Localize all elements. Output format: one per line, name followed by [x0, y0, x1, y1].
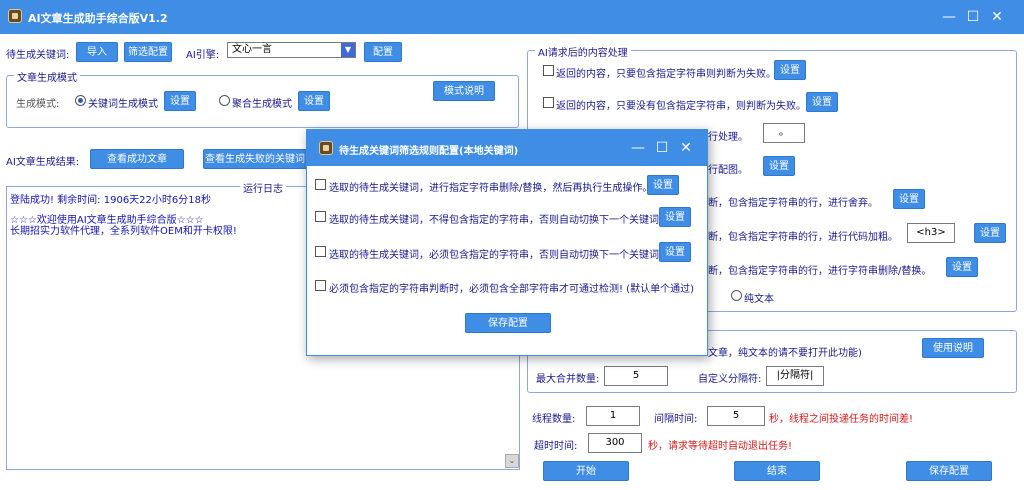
rule-setting-button[interactable]: 设置 — [774, 60, 806, 80]
view-success-button[interactable]: 查看成功文章 — [90, 149, 184, 169]
radio-aggregate-mode[interactable] — [219, 95, 230, 106]
rule-setting-button[interactable]: 设置 — [806, 92, 838, 112]
keyword-mode-label: 关键词生成模式 — [88, 99, 158, 110]
rule-setting-button[interactable]: 设置 — [763, 156, 795, 176]
rule-text: 断，包含指定字符串的行，进行代码加粗。 — [708, 232, 898, 243]
rule-text: 断，包含指定字符串的行，进行舍弃。 — [708, 198, 878, 209]
dialog-rule-setting-button[interactable]: 设置 — [659, 242, 691, 262]
checkbox-rule-include[interactable] — [315, 246, 326, 257]
rule-text: 行处理。 — [708, 132, 748, 143]
separator-char-input[interactable]: 。 — [763, 123, 805, 143]
chevron-down-icon[interactable]: ▼ — [341, 43, 355, 57]
thread-count-input[interactable]: 1 — [586, 406, 640, 426]
rule-text: 断，包含指定字符串的行，进行字符串删除/替换。 — [708, 266, 932, 277]
aggregate-mode-label: 聚合生成模式 — [232, 99, 292, 110]
timeout-note: 秒，请求等待超时自动退出任务! — [648, 441, 793, 452]
dialog-rule-text: 选取的待生成关键词，进行指定字符串删除/替换，然后再执行生成操作。 — [329, 183, 653, 194]
rule-text: 返回的内容，只要包含指定字符串则判断为失败。 — [556, 69, 776, 80]
checkbox-rule-match-all[interactable] — [315, 280, 326, 291]
interval-input[interactable]: 5 — [707, 406, 765, 426]
radio-plain-text[interactable] — [731, 290, 742, 301]
dialog-rule-text: 必须包含指定的字符串判断时，必须包含全部字符串才可通过检测! (默认单个通过) — [329, 284, 694, 295]
filter-rules-dialog: 待生成关键词筛选规则配置(本地关键词) — ☐ ✕ 选取的待生成关键词，进行指定… — [306, 129, 708, 356]
timeout-label: 超时时间: — [534, 441, 578, 452]
window-title: AI文章生成助手综合版V1.2 — [28, 12, 168, 25]
separator-label: 自定义分隔符: — [698, 374, 762, 385]
mode-group-title: 文章生成模式 — [14, 69, 80, 84]
rule-text: 返回的内容，只要没有包含指定字符串，则判断为失败。 — [556, 101, 806, 112]
keyword-label: 待生成关键词: — [6, 50, 70, 61]
merge-note: 文章，纯文本的请不要打开此功能) — [708, 348, 862, 359]
separator-input[interactable]: |分隔符| — [766, 366, 824, 386]
engine-config-button[interactable]: 配置 — [364, 42, 402, 62]
engine-select[interactable]: 文心一言 ▼ — [227, 42, 356, 58]
dialog-rule-setting-button[interactable]: 设置 — [647, 175, 679, 195]
dialog-rule-text: 选取的待生成关键词，必须包含指定的字符串，否则自动切换下一个关键词。 — [329, 250, 669, 261]
bold-tag-input[interactable]: <h3> — [907, 223, 955, 243]
max-merge-input[interactable]: 5 — [604, 366, 668, 386]
dialog-title-bar: 待生成关键词筛选规则配置(本地关键词) — ☐ ✕ — [307, 130, 707, 166]
view-fail-button[interactable]: 查看生成失败的关键词 — [203, 149, 307, 169]
dialog-minimize-button[interactable]: — — [629, 139, 647, 157]
rule-setting-button[interactable]: 设置 — [893, 189, 925, 209]
radio-keyword-mode[interactable] — [75, 95, 86, 106]
rule-setting-button[interactable]: 设置 — [974, 223, 1006, 243]
merge-help-button[interactable]: 使用说明 — [922, 338, 984, 358]
keyword-mode-setting-button[interactable]: 设置 — [164, 91, 196, 111]
mode-label: 生成模式: — [16, 99, 60, 110]
interval-note: 秒，线程之间投递任务的时间差! — [769, 414, 914, 425]
results-label: AI文章生成结果: — [6, 157, 80, 168]
dialog-close-button[interactable]: ✕ — [677, 139, 695, 157]
aggregate-mode-setting-button[interactable]: 设置 — [298, 91, 330, 111]
checkbox-rule-exclude[interactable] — [315, 211, 326, 222]
app-icon — [8, 9, 22, 23]
log-title: 运行日志 — [240, 180, 286, 195]
save-config-button[interactable]: 保存配置 — [906, 461, 992, 481]
rule-text: 行配图。 — [708, 165, 748, 176]
title-bar: AI文章生成助手综合版V1.2 — ☐ ✕ — [0, 0, 1024, 34]
maximize-button[interactable]: ☐ — [964, 8, 982, 26]
checkbox-rule-replace[interactable] — [315, 179, 326, 190]
dialog-app-icon — [319, 141, 333, 155]
thread-count-label: 线程数量: — [532, 414, 576, 425]
minimize-button[interactable]: — — [940, 8, 958, 26]
mode-help-button[interactable]: 模式说明 — [433, 81, 495, 101]
checkbox-fail-if-contains[interactable] — [543, 65, 554, 76]
rule-setting-button[interactable]: 设置 — [946, 257, 978, 277]
dialog-rule-text: 选取的待生成关键词，不得包含指定的字符串，否则自动切换下一个关键词。 — [329, 215, 669, 226]
timeout-input[interactable]: 300 — [588, 433, 642, 453]
checkbox-fail-if-not-contains[interactable] — [543, 97, 554, 108]
log-line: 登陆成功! 剩余时间: 1906天22小时6分18秒 — [10, 195, 211, 206]
filter-config-button[interactable]: 筛选配置 — [124, 42, 172, 62]
max-merge-label: 最大合并数量: — [536, 374, 600, 385]
dialog-save-button[interactable]: 保存配置 — [465, 313, 551, 333]
plain-text-label: 纯文本 — [744, 294, 774, 305]
interval-label: 间隔时间: — [654, 414, 698, 425]
log-line: 长期招实力软件代理，全系列软件OEM和开卡权限! — [10, 226, 237, 237]
close-button[interactable]: ✕ — [988, 8, 1006, 26]
start-button[interactable]: 开始 — [543, 461, 629, 481]
dialog-maximize-button[interactable]: ☐ — [653, 139, 671, 157]
import-button[interactable]: 导入 — [76, 42, 118, 62]
engine-label: AI引擎: — [186, 50, 220, 61]
post-process-title: AI请求后的内容处理 — [535, 44, 631, 59]
engine-value: 文心一言 — [232, 44, 272, 55]
scroll-down-icon[interactable]: ⌄ — [505, 454, 519, 468]
dialog-title: 待生成关键词筛选规则配置(本地关键词) — [339, 146, 519, 157]
stop-button[interactable]: 结束 — [734, 461, 820, 481]
dialog-rule-setting-button[interactable]: 设置 — [659, 207, 691, 227]
